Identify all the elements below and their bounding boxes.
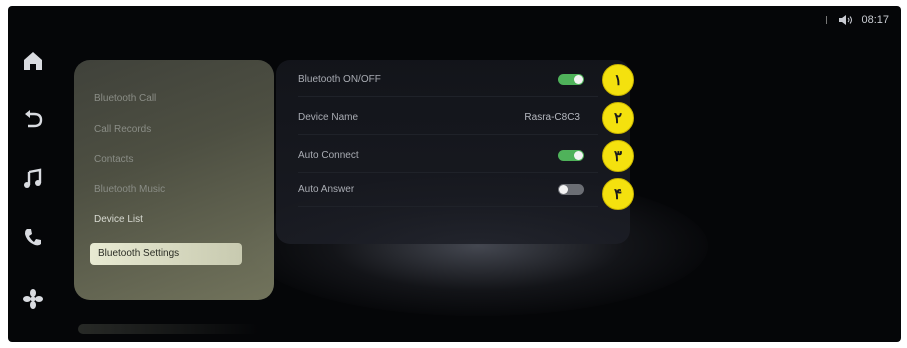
setting-label: Auto Answer — [298, 184, 355, 195]
toggle-knob — [574, 75, 583, 84]
music-icon[interactable] — [22, 168, 44, 190]
bluetooth-settings-panel: Bluetooth ON/OFF Device Name Rasra-C8C3 … — [276, 60, 630, 244]
side-rail — [8, 36, 60, 326]
home-icon[interactable] — [22, 50, 44, 72]
callout-marker-2: ۲ — [602, 102, 634, 134]
setting-row-auto-answer[interactable]: Auto Answer — [298, 176, 598, 207]
setting-row-device-name[interactable]: Device Name Rasra-C8C3 — [298, 104, 598, 135]
bluetooth-toggle[interactable] — [558, 74, 584, 85]
setting-row-bluetooth-onoff[interactable]: Bluetooth ON/OFF — [298, 66, 598, 97]
toggle-knob — [559, 185, 568, 194]
submenu-item-bluetooth-music[interactable]: Bluetooth Music — [94, 184, 165, 195]
submenu-item-call-records[interactable]: Call Records — [94, 124, 151, 135]
submenu-item-bluetooth-settings[interactable]: Bluetooth Settings — [90, 243, 242, 265]
setting-row-auto-connect[interactable]: Auto Connect — [298, 142, 598, 173]
submenu-item-contacts[interactable]: Contacts — [94, 154, 133, 165]
clock: 08:17 — [861, 14, 889, 26]
head-unit-screen: 08:17 Bluetooth Call Call Records Contac… — [8, 6, 901, 342]
setting-label: Bluetooth ON/OFF — [298, 74, 381, 85]
submenu-item-label: Bluetooth Settings — [98, 248, 180, 259]
volume-icon — [839, 15, 853, 25]
bluetooth-submenu: Bluetooth Call Call Records Contacts Blu… — [74, 60, 274, 300]
bluetooth-status-icon — [826, 16, 831, 24]
auto-answer-toggle[interactable] — [558, 184, 584, 195]
toggle-knob — [574, 151, 583, 160]
fan-icon[interactable] — [22, 288, 44, 310]
status-bar: 08:17 — [826, 14, 889, 26]
callout-marker-1: ۱ — [602, 64, 634, 96]
phone-icon[interactable] — [22, 226, 44, 248]
bottom-reflection — [78, 324, 258, 334]
device-name-value: Rasra-C8C3 — [524, 112, 580, 123]
submenu-item-device-list[interactable]: Device List — [94, 214, 143, 225]
callout-marker-3: ۳ — [602, 140, 634, 172]
auto-connect-toggle[interactable] — [558, 150, 584, 161]
setting-label: Auto Connect — [298, 150, 359, 161]
back-icon[interactable] — [22, 108, 44, 130]
callout-marker-4: ۴ — [602, 178, 634, 210]
setting-label: Device Name — [298, 112, 359, 123]
submenu-item-bluetooth-call[interactable]: Bluetooth Call — [94, 93, 156, 104]
